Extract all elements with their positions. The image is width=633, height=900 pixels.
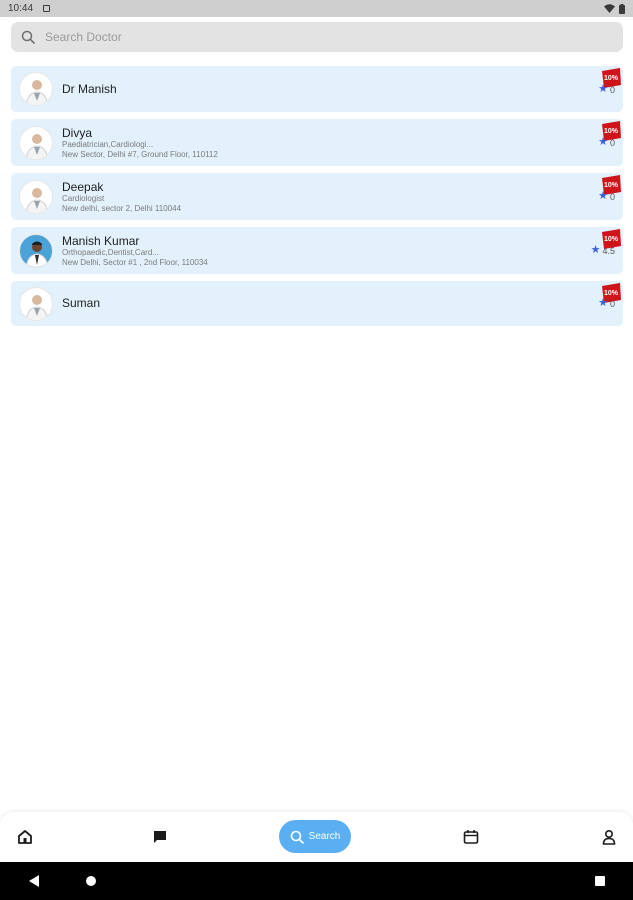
star-icon: ★ xyxy=(598,136,608,148)
rating-value: 0 xyxy=(609,84,615,95)
notification-icon xyxy=(43,5,51,12)
search-bar[interactable] xyxy=(11,22,623,52)
rating-value: 0 xyxy=(609,298,615,309)
doctor-list: Dr Manish 10% ★ 0 Divya Paediatrician,Car… xyxy=(11,66,623,333)
doctor-avatar xyxy=(19,125,53,160)
status-time: 10:44 xyxy=(8,3,34,14)
back-icon[interactable] xyxy=(28,874,40,888)
doctor-specialty: Paediatrician,Cardiologi... xyxy=(62,140,154,150)
doctor-card[interactable]: Suman 10% ★ 0 xyxy=(11,281,623,326)
rating: ★ 0 xyxy=(598,84,615,95)
profile-icon[interactable] xyxy=(600,828,618,846)
home-button-icon[interactable] xyxy=(85,874,97,888)
status-bar: 10:44 xyxy=(0,0,633,17)
doctor-card[interactable]: Deepak Cardiologist New delhi, sector 2,… xyxy=(11,173,623,220)
doctor-name: Dr Manish xyxy=(62,81,117,96)
doctor-name: Manish Kumar xyxy=(62,233,140,248)
star-icon: ★ xyxy=(598,297,608,309)
star-icon: ★ xyxy=(598,190,608,202)
rating: ★ 0 xyxy=(598,298,615,309)
rating: ★ 4.5 xyxy=(591,245,615,256)
doctor-card[interactable]: Divya Paediatrician,Cardiologi... New Se… xyxy=(11,119,623,166)
status-icons xyxy=(604,3,625,14)
doctor-photo xyxy=(19,233,53,268)
rating-value: 4.5 xyxy=(602,245,615,256)
nav-search-button[interactable]: Search xyxy=(279,820,351,853)
doctor-card[interactable]: Dr Manish 10% ★ 0 xyxy=(11,66,623,112)
star-icon: ★ xyxy=(590,244,601,256)
home-icon[interactable] xyxy=(16,828,34,846)
svg-text:10%: 10% xyxy=(604,290,619,297)
battery-icon xyxy=(619,3,625,14)
doctor-address: New Delhi, Sector #1 , 2nd Floor, 110034 xyxy=(62,257,208,267)
search-icon xyxy=(290,830,304,844)
doctor-avatar xyxy=(19,72,53,106)
doctor-name: Divya xyxy=(62,125,93,140)
bottom-nav: Search xyxy=(0,812,633,862)
doctor-address: New delhi, sector 2, Delhi 110044 xyxy=(62,203,182,213)
calendar-icon[interactable] xyxy=(462,828,480,846)
svg-text:10%: 10% xyxy=(604,236,619,243)
rating: ★ 0 xyxy=(598,137,615,148)
doctor-specialty: Cardiologist xyxy=(62,194,105,204)
search-input[interactable] xyxy=(45,30,585,44)
nav-search-label: Search xyxy=(308,831,341,842)
star-icon: ★ xyxy=(598,83,608,95)
wifi-icon xyxy=(604,4,615,13)
doctor-name: Deepak xyxy=(62,179,104,194)
svg-text:10%: 10% xyxy=(604,128,619,135)
svg-text:10%: 10% xyxy=(604,182,619,189)
svg-text:10%: 10% xyxy=(604,75,619,82)
system-nav-bar xyxy=(0,862,633,900)
doctor-avatar xyxy=(19,179,53,214)
doctor-address: New Sector, Delhi #7, Ground Floor, 1101… xyxy=(62,149,218,159)
doctor-avatar xyxy=(19,286,53,321)
recents-icon[interactable] xyxy=(594,874,606,888)
doctor-specialty: Orthopaedic,Dentist,Card... xyxy=(62,248,159,258)
doctor-card[interactable]: Manish Kumar Orthopaedic,Dentist,Card...… xyxy=(11,227,623,274)
rating: ★ 0 xyxy=(598,191,615,202)
doctor-name: Suman xyxy=(62,296,101,311)
rating-value: 0 xyxy=(609,191,615,202)
search-icon xyxy=(21,30,35,44)
rating-value: 0 xyxy=(609,137,615,148)
chat-icon[interactable] xyxy=(151,828,169,846)
